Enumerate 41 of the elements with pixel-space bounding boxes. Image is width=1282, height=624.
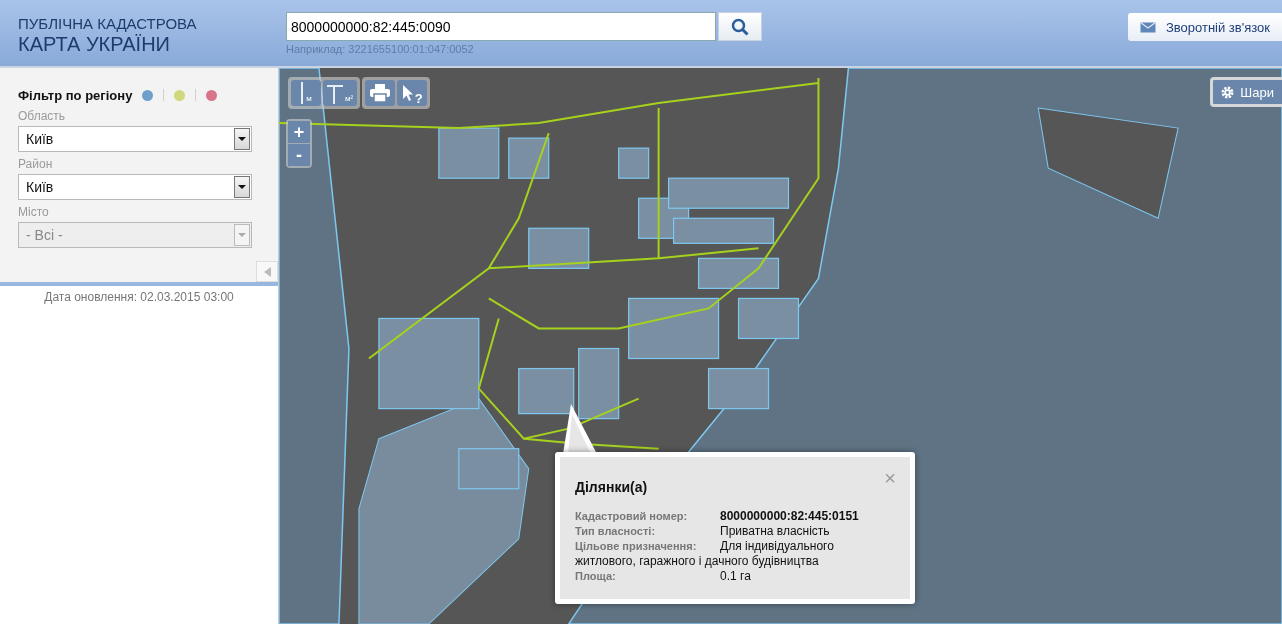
collapse-button[interactable] [256,261,278,282]
zoom-in-button[interactable]: + [288,121,310,143]
select-field[interactable]: Київ [18,126,252,152]
search-button[interactable] [718,12,762,41]
layers-button[interactable]: Шари [1210,77,1282,107]
attribute-label: Цільове призначення: [575,539,698,554]
region-dot[interactable] [206,89,218,101]
attribute-value: Для індивідуального [720,539,834,553]
zoom-out-button[interactable]: - [288,144,310,166]
attribute-value: житлового, гаражного і дачного будівництва [575,554,819,569]
ruler-icon [327,82,343,104]
close-button[interactable]: × [884,469,896,487]
cursor-icon [401,84,413,102]
filter-title: Фільтр по регіону [18,87,133,103]
site-title: КАРТА УКРАЇНИ [18,34,171,54]
length-measure-button[interactable]: м [291,80,321,106]
envelope-icon [1139,21,1156,33]
search-field[interactable]: 8000000000:82:445:0090 [286,12,716,41]
attribute-value: 0.1 га [720,569,751,583]
print-button[interactable] [365,80,396,106]
field-label: Місто [18,204,50,220]
ruler-icon [300,82,305,104]
field-label: Область [18,108,67,124]
select-field[interactable]: Київ [18,174,252,200]
feedback-button[interactable]: Зворотній зв'язок [1127,13,1282,41]
identify-button[interactable]: ? [397,80,428,106]
search-icon [731,17,749,36]
attribute-label: Площа: [575,569,617,584]
area-measure-button[interactable]: м² [323,80,358,106]
popup-title: Ділянки(а) [575,479,649,495]
region-dot[interactable] [174,89,186,101]
attribute-value: 8000000000:82:445:0151 [720,509,859,523]
gear-icon [1221,85,1235,99]
printer-icon [370,84,391,102]
attribute-value: Приватна власність [720,524,830,538]
site-title: ПУБЛІЧНА КАДАСТРОВА [18,16,198,31]
update-date: Дата оновлення: 02.03.2015 03:00 [43,290,235,304]
attribute-label: Тип власності: [575,524,657,539]
attribute-label: Кадастровий номер: [575,509,689,524]
field-label: Район [18,156,54,172]
region-dot[interactable] [142,89,154,101]
